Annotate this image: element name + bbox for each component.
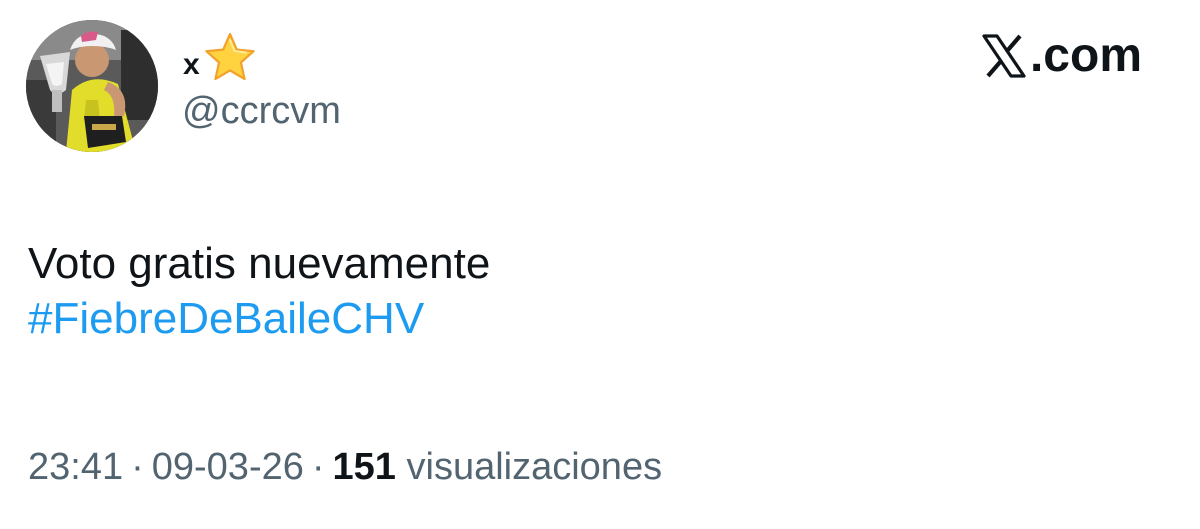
tweet-text: Voto gratis nuevamente #FiebreDeBaileCHV [28, 236, 490, 346]
avatar[interactable] [26, 20, 158, 152]
x-logo-icon [982, 34, 1026, 78]
views-count[interactable]: 151 [333, 446, 396, 488]
avatar-photo [26, 20, 158, 152]
separator-dot: · [131, 446, 144, 488]
brand-suffix-text: .com [1029, 29, 1142, 82]
display-name[interactable]: x [183, 30, 258, 86]
tweet-time[interactable]: 23:41 [28, 446, 123, 488]
star-emoji-icon [204, 32, 255, 81]
user-handle[interactable]: @ccrcvm [182, 92, 341, 130]
separator-dot: · [311, 446, 325, 488]
display-name-text: x [183, 48, 200, 81]
brand-logo: .com [980, 32, 1142, 80]
tweet-date[interactable]: 09-03-26 [152, 446, 304, 488]
tweet-meta: 23:41 · 09-03-26 · 151 visualizaciones [28, 445, 662, 489]
hashtag-link[interactable]: #FiebreDeBaileCHV [28, 291, 490, 346]
tweet-text-line: Voto gratis nuevamente [28, 239, 491, 288]
views-label: visualizaciones [406, 446, 663, 488]
